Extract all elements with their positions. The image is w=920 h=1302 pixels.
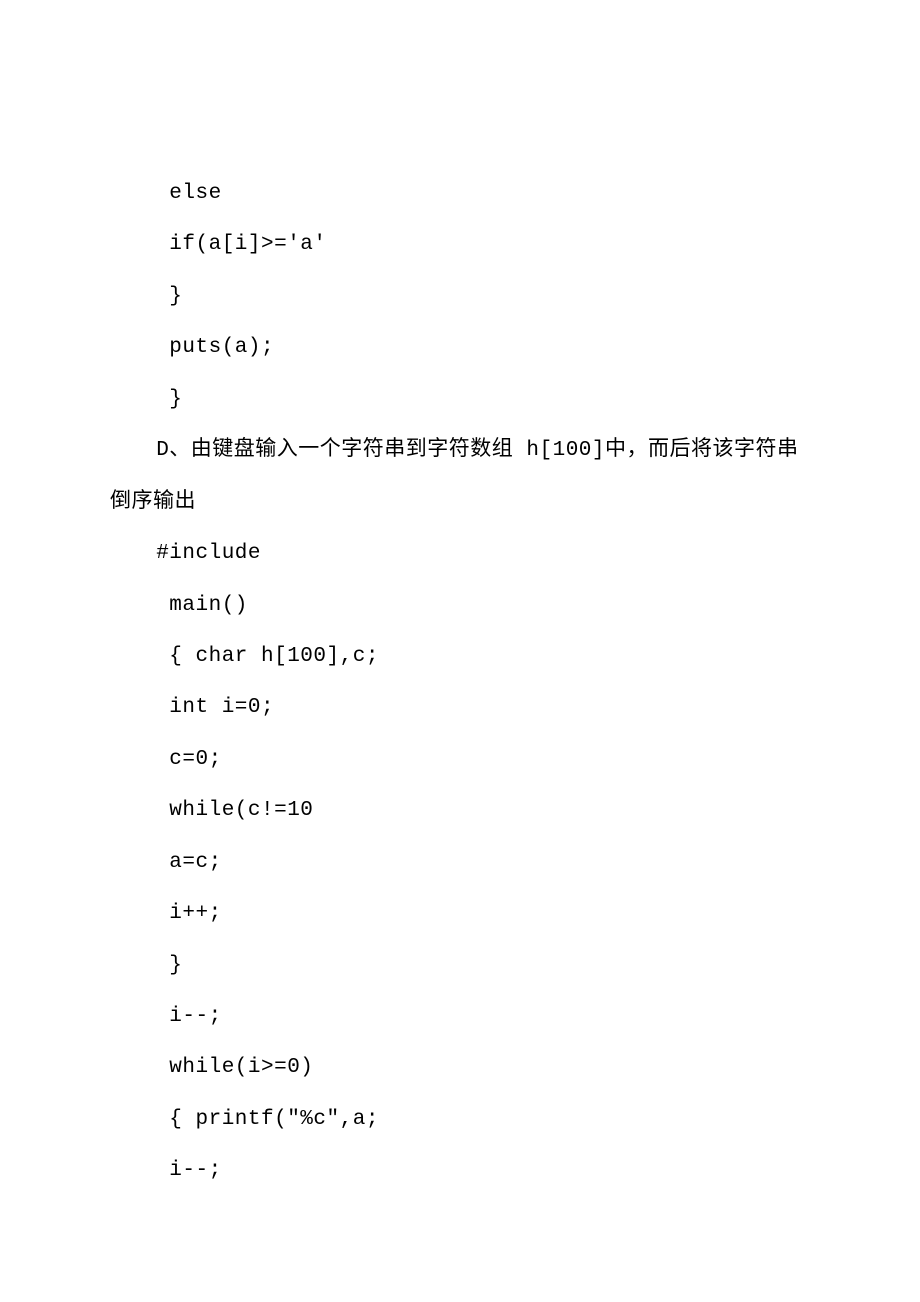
code-line: { char h[100],c; bbox=[110, 631, 810, 682]
code-line: } bbox=[110, 374, 810, 425]
code-line: int i=0; bbox=[110, 682, 810, 733]
code-line: a=c; bbox=[110, 837, 810, 888]
code-line: i--; bbox=[110, 991, 810, 1042]
code-line: else bbox=[110, 168, 810, 219]
code-line: if(a[i]>='a' bbox=[110, 219, 810, 270]
code-line: main() bbox=[110, 580, 810, 631]
code-line: while(c!=10 bbox=[110, 785, 810, 836]
code-line: } bbox=[110, 271, 810, 322]
code-line: while(i>=0) bbox=[110, 1042, 810, 1093]
code-line: i++; bbox=[110, 888, 810, 939]
prose-line: D、由键盘输入一个字符串到字符数组 h[100]中，而后将该字符串倒序输出 bbox=[110, 425, 810, 528]
document-page: else if(a[i]>='a' } puts(a); } D、由键盘输入一个… bbox=[0, 0, 920, 1302]
code-line: i--; bbox=[110, 1145, 810, 1196]
code-line: c=0; bbox=[110, 734, 810, 785]
code-line: puts(a); bbox=[110, 322, 810, 373]
code-line: #include bbox=[110, 528, 810, 579]
code-line: { printf("%c",a; bbox=[110, 1094, 810, 1145]
code-line: } bbox=[110, 940, 810, 991]
